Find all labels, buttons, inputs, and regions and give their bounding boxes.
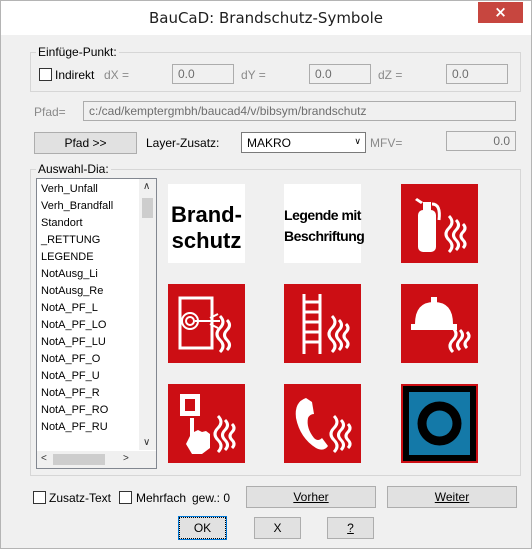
list-vertical-scrollbar[interactable]: ∧ ∨ xyxy=(139,179,156,450)
blue-target-icon xyxy=(401,384,478,463)
fire-ladder-icon xyxy=(284,284,361,363)
close-button[interactable]: × xyxy=(478,2,523,23)
scroll-thumb[interactable] xyxy=(142,198,153,218)
scroll-right-icon[interactable]: > xyxy=(123,453,129,464)
title-bar[interactable]: BauCaD: Brandschutz-Symbole × xyxy=(1,1,531,35)
path-label: Pfad= xyxy=(34,105,66,119)
zusatz-text-checkbox[interactable] xyxy=(33,491,46,504)
list-item[interactable]: NotA_PF_O xyxy=(41,353,100,365)
list-item[interactable]: NotA_PF_LO xyxy=(41,319,106,331)
list-item[interactable]: NotA_PF_RU xyxy=(41,421,108,433)
path-field[interactable]: c:/cad/kemptergmbh/baucad4/v/bibsym/bran… xyxy=(83,101,516,121)
dialog-window: BauCaD: Brandschutz-Symbole × Einfüge-Pu… xyxy=(0,0,532,549)
mehrfach-checkbox[interactable] xyxy=(119,491,132,504)
list-item[interactable]: NotA_PF_LU xyxy=(41,336,106,348)
next-button[interactable]: Weiter xyxy=(387,486,517,508)
list-item[interactable]: _RETTUNG xyxy=(41,234,100,246)
symbol-tile[interactable] xyxy=(401,384,478,463)
list-item[interactable]: Verh_Brandfall xyxy=(41,200,113,212)
layer-select-value: MAKRO xyxy=(247,136,292,150)
dx-field[interactable]: 0.0 xyxy=(172,64,234,84)
indirect-checkbox[interactable] xyxy=(39,68,52,81)
symbol-text-line: Legende mit xyxy=(284,207,361,223)
fire-hose-icon xyxy=(168,284,245,363)
brandschutz-text-icon: Brand- schutz xyxy=(168,202,245,254)
symbol-tile[interactable]: Brand- schutz xyxy=(168,184,245,263)
fire-alarm-button-icon xyxy=(168,384,245,463)
symbol-tile[interactable] xyxy=(284,384,361,463)
symbol-list[interactable]: Verh_Unfall Verh_Brandfall Standort _RET… xyxy=(36,178,157,469)
symbol-text-line: Brand- xyxy=(171,202,242,227)
chevron-down-icon: ∨ xyxy=(354,136,361,146)
mfv-field[interactable]: 0.0 xyxy=(446,131,516,151)
list-item[interactable]: NotA_PF_R xyxy=(41,387,100,399)
symbol-tile[interactable] xyxy=(284,284,361,363)
mehrfach-label: Mehrfach xyxy=(136,491,187,505)
window-title: BauCaD: Brandschutz-Symbole xyxy=(148,9,384,27)
scroll-left-icon[interactable]: < xyxy=(41,453,47,464)
list-item[interactable]: Standort xyxy=(41,217,83,229)
dz-label: dZ = xyxy=(378,68,403,82)
symbol-text-line: Beschriftung xyxy=(284,228,365,244)
prev-button[interactable]: Vorher xyxy=(246,486,376,508)
dy-label: dY = xyxy=(241,68,266,82)
symbol-tile[interactable] xyxy=(168,384,245,463)
layer-select[interactable]: MAKRO ∨ xyxy=(241,132,366,153)
ok-button[interactable]: OK xyxy=(178,516,227,540)
selection-count: gew.: 0 xyxy=(192,491,231,505)
mfv-label: MFV= xyxy=(370,136,403,150)
symbol-tile[interactable] xyxy=(168,284,245,363)
scroll-up-icon[interactable]: ∧ xyxy=(143,181,150,192)
list-item[interactable]: NotA_PF_L xyxy=(41,302,98,314)
fire-telephone-icon xyxy=(284,384,361,463)
list-item[interactable]: NotAusg_Re xyxy=(41,285,103,297)
list-item[interactable]: NotA_PF_U xyxy=(41,370,100,382)
dz-field[interactable]: 0.0 xyxy=(446,64,508,84)
selection-group-label: Auswahl-Dia: xyxy=(36,162,111,176)
fire-extinguisher-icon xyxy=(401,184,478,263)
list-item[interactable]: NotAusg_Li xyxy=(41,268,98,280)
scroll-down-icon[interactable]: ∨ xyxy=(143,437,150,448)
symbol-tile[interactable] xyxy=(401,184,478,263)
list-item[interactable]: LEGENDE xyxy=(41,251,94,263)
path-button[interactable]: Pfad >> xyxy=(34,132,137,154)
insert-point-group-label: Einfüge-Punkt: xyxy=(36,45,119,59)
layer-label: Layer-Zusatz: xyxy=(146,136,220,150)
fire-alarm-bell-icon xyxy=(401,284,478,363)
list-item[interactable]: Verh_Unfall xyxy=(41,183,98,195)
symbol-tile[interactable] xyxy=(401,284,478,363)
dy-field[interactable]: 0.0 xyxy=(309,64,371,84)
symbol-text-line: schutz xyxy=(171,228,242,253)
list-item[interactable]: NotA_PF_RO xyxy=(41,404,108,416)
scroll-hthumb[interactable] xyxy=(53,454,105,465)
indirect-label: Indirekt xyxy=(55,68,95,82)
dx-label: dX = xyxy=(104,68,130,82)
list-horizontal-scrollbar[interactable]: < > xyxy=(37,451,156,468)
cancel-button[interactable]: X xyxy=(254,517,301,539)
symbol-tile[interactable]: Legende mit Beschriftung xyxy=(284,184,365,263)
zusatz-text-label: Zusatz-Text xyxy=(49,491,112,505)
legende-text-icon: Legende mit Beschriftung xyxy=(284,205,365,247)
help-button[interactable]: ? xyxy=(327,517,374,539)
